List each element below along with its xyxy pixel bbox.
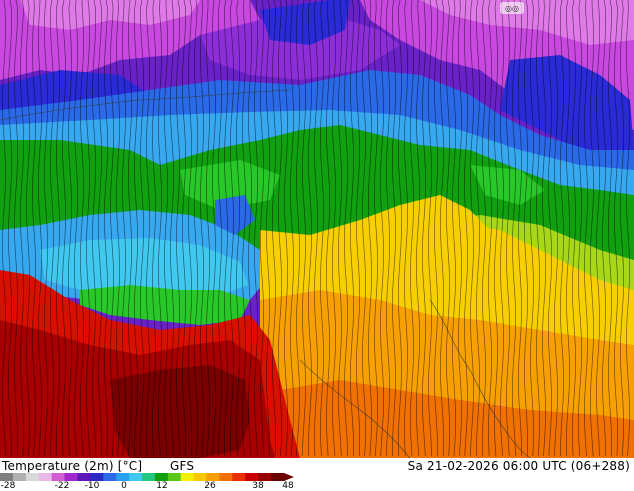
scale-swatch (51, 473, 66, 481)
scale-swatch (64, 473, 78, 481)
scale-swatch (90, 473, 104, 481)
scale-swatch (232, 473, 246, 481)
scale-swatch (167, 473, 182, 481)
scale-swatch (38, 473, 53, 481)
scale-swatch (206, 473, 220, 481)
scale-swatch (180, 473, 195, 481)
logo-glyph: ◎◎ (505, 4, 519, 13)
scale-swatch (154, 473, 169, 481)
scale-swatch (219, 473, 233, 481)
map-canvas: ◎◎ (0, 0, 634, 458)
scale-arrow (284, 473, 294, 481)
scale-swatch (129, 473, 143, 481)
scale-swatch (142, 473, 156, 481)
scale-swatch (245, 473, 259, 481)
scale-swatch (258, 473, 272, 481)
temperature-map[interactable]: ◎◎ (0, 0, 634, 458)
scale-swatch (103, 473, 117, 481)
scale-swatch (12, 473, 27, 481)
scale-swatch (271, 473, 285, 481)
scale-swatch (25, 473, 40, 481)
scale-swatch (116, 473, 130, 481)
map-footer: Temperature (2m) [°C] GFS Sa 21-02-2026 … (0, 458, 634, 491)
map-title: Temperature (2m) [°C] (2, 459, 143, 473)
scale-swatch (0, 473, 14, 481)
scale-tick-labels: -28 -22 -10 0 12 26 38 48 (0, 481, 300, 491)
scale-swatch (77, 473, 91, 481)
logo: ◎◎ (500, 2, 524, 14)
scale-swatch (193, 473, 208, 481)
model-name: GFS (170, 459, 195, 473)
valid-time: Sa 21-02-2026 06:00 UTC (06+288) (407, 459, 630, 473)
